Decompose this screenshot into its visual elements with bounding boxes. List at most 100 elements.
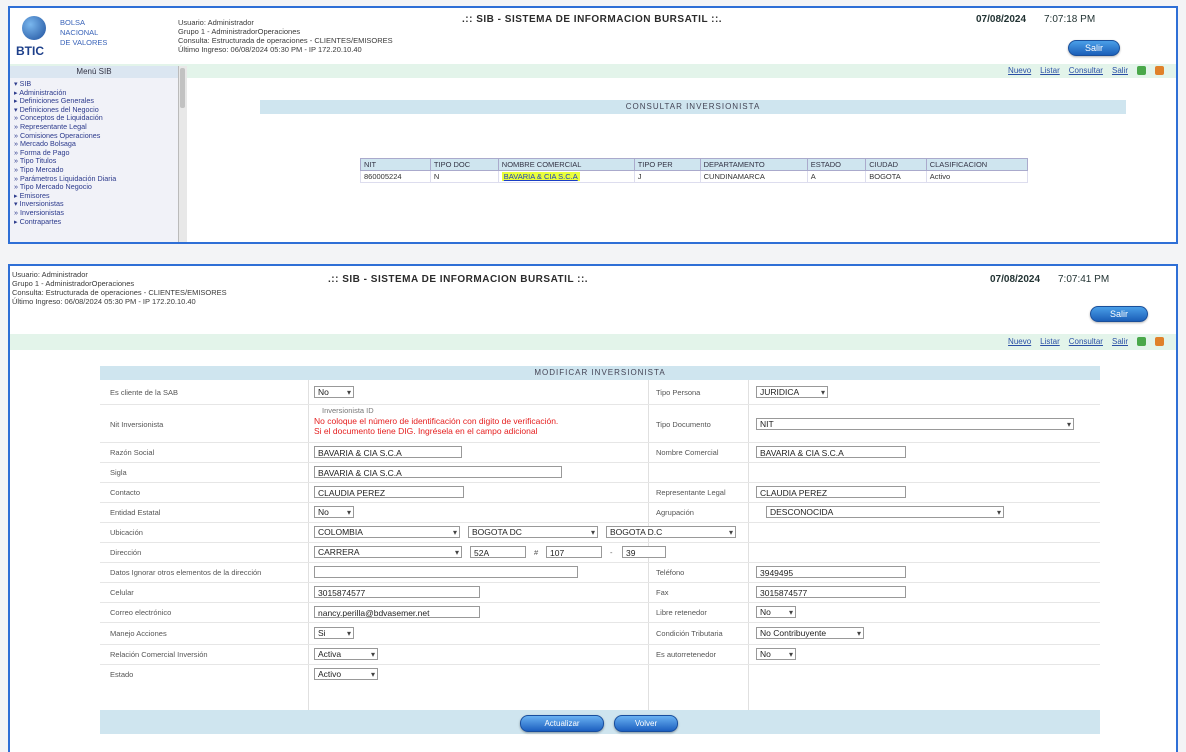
col-header[interactable]: NIT (360, 158, 431, 171)
ubicacion-label: Ubicación (110, 528, 143, 537)
col-header[interactable]: NOMBRE COMERCIAL (497, 158, 635, 171)
time-label: 7:07:41 PM (1058, 274, 1110, 285)
tree-item[interactable]: ▸ Contrapartes (14, 217, 174, 227)
form-row: Razón Social BAVARIA & CIA S.C.A Nombre … (100, 442, 1100, 463)
form-row: Datos Ignorar otros elementos de la dire… (100, 562, 1100, 583)
exit-button[interactable]: Salir (1068, 40, 1120, 56)
back-button[interactable]: Volver (614, 715, 678, 732)
form-row: Es cliente de la SAB No Tipo Persona JUR… (100, 380, 1100, 405)
libre-retenedor-select[interactable]: No (756, 606, 796, 618)
rep-legal-input[interactable]: CLAUDIA PEREZ (756, 486, 906, 498)
estado-label: Estado (110, 670, 134, 679)
export-pdf-icon[interactable] (1155, 337, 1164, 346)
sigla-label: Sigla (110, 468, 127, 477)
nav-nuevo-link[interactable]: Nuevo (1008, 337, 1031, 346)
entidad-select[interactable]: No (314, 506, 354, 518)
logo-subtitle: BOLSA NACIONAL DE VALORES (60, 18, 108, 47)
form-row: Sigla BAVARIA & CIA S.C.A (100, 462, 1100, 483)
cell-estado: A (806, 170, 867, 183)
nav-nuevo-link[interactable]: Nuevo (1008, 66, 1031, 75)
sidebar-scrollbar[interactable] (178, 66, 187, 242)
form-row: Celular 3015874577 Fax 3015874577 (100, 582, 1100, 603)
export-excel-icon[interactable] (1137, 337, 1146, 346)
direccion-numero3-input[interactable]: 39 (622, 546, 666, 558)
direccion-numero-input[interactable]: 52A (470, 546, 526, 558)
nombre-comercial-input[interactable]: BAVARIA & CIA S.C.A (756, 446, 906, 458)
menu-tree: ▾ SIB ▸ Administración ▸ Definiciones Ge… (10, 78, 178, 228)
inversionista-modificar-panel: Usuario: Administrador Grupo 1 - Adminis… (8, 264, 1178, 752)
btic-logo: BTIC BOLSA NACIONAL DE VALORES (14, 14, 174, 60)
table-row: 860005224 N BAVARIA & CIA S.C.A J CUNDIN… (360, 170, 1029, 183)
id-warning-2: Si el documento tiene DIG. Ingrésela en … (314, 426, 538, 436)
col-header[interactable]: CLASIFICACION (925, 158, 1029, 171)
header: Usuario: Administrador Grupo 1 - Adminis… (10, 266, 1176, 322)
nav-listar-link[interactable]: Listar (1040, 337, 1060, 346)
estado-select[interactable]: Activo (314, 668, 378, 680)
libre-retenedor-label: Libre retenedor (656, 608, 707, 617)
export-excel-icon[interactable] (1137, 66, 1146, 75)
direccion-separador: - (610, 548, 613, 557)
col-header[interactable]: TIPO DOC (429, 158, 499, 171)
cell-nit: 860005224 (360, 170, 431, 183)
nav-links: Nuevo Listar Consultar Salir (1008, 66, 1164, 75)
nav-salir-link[interactable]: Salir (1112, 66, 1128, 75)
globe-logo-icon (22, 16, 46, 40)
tipo-persona-select[interactable]: JURIDICA (756, 386, 828, 398)
celular-input[interactable]: 3015874577 (314, 586, 480, 598)
inversionista-link[interactable]: BAVARIA & CIA S.C.A (501, 172, 580, 181)
export-pdf-icon[interactable] (1155, 66, 1164, 75)
id-warning-1: No coloque el número de identificación c… (314, 416, 559, 426)
autorretenedor-select[interactable]: No (756, 648, 796, 660)
form-row: Nit Inversionista Inversionista ID No co… (100, 404, 1100, 443)
system-title: .:: SIB - SISTEMA DE INFORMACION BURSATI… (462, 14, 723, 25)
relacion-comercial-select[interactable]: Activa (314, 648, 378, 660)
form-actions: Actualizar Volver (100, 710, 1100, 734)
correo-input[interactable]: nancy.perilla@bdvasemer.net (314, 606, 480, 618)
cliente-select[interactable]: No (314, 386, 354, 398)
celular-label: Celular (110, 588, 134, 597)
sigla-input[interactable]: BAVARIA & CIA S.C.A (314, 466, 562, 478)
col-header[interactable]: TIPO PER (633, 158, 701, 171)
datos-direccion-input[interactable] (314, 566, 578, 578)
nav-bar: Nuevo Listar Consultar Salir (10, 334, 1176, 350)
user-info: Usuario: Administrador Grupo 1 - Adminis… (12, 270, 227, 306)
update-button[interactable]: Actualizar (520, 715, 604, 732)
relacion-comercial-label: Relación Comercial Inversión (110, 650, 208, 659)
cell-ciudad: BOGOTA (865, 170, 927, 183)
tipo-persona-label: Tipo Persona (656, 388, 701, 397)
direccion-tipo-select[interactable]: CARRERA (314, 546, 462, 558)
pais-select[interactable]: COLOMBIA (314, 526, 460, 538)
ciudad-select[interactable]: BOGOTA D.C (606, 526, 736, 538)
sidebar-title: Menú SIB (10, 66, 178, 78)
contacto-input[interactable]: CLAUDIA PEREZ (314, 486, 464, 498)
col-header[interactable]: DEPARTAMENTO (699, 158, 808, 171)
departamento-select[interactable]: BOGOTA DC (468, 526, 598, 538)
telefono-label: Teléfono (656, 568, 685, 577)
agrupacion-select[interactable]: DESCONOCIDA (766, 506, 1004, 518)
telefono-input[interactable]: 3949495 (756, 566, 906, 578)
nav-salir-link[interactable]: Salir (1112, 337, 1128, 346)
contacto-label: Contacto (110, 488, 141, 497)
user-info: Usuario: Administrador Grupo 1 - Adminis… (178, 18, 393, 54)
tipo-doc-label: Tipo Documento (656, 420, 711, 429)
condicion-tributaria-select[interactable]: No Contribuyente (756, 627, 864, 639)
manejo-acciones-label: Manejo Acciones (110, 629, 167, 638)
col-header[interactable]: ESTADO (806, 158, 867, 171)
manejo-acciones-select[interactable]: Si (314, 627, 354, 639)
nav-consultar-link[interactable]: Consultar (1069, 337, 1103, 346)
fax-input[interactable]: 3015874577 (756, 586, 906, 598)
nav-links: Nuevo Listar Consultar Salir (1008, 337, 1164, 346)
nav-listar-link[interactable]: Listar (1040, 66, 1060, 75)
id-hint: Inversionista ID (322, 406, 374, 415)
tipo-doc-select[interactable]: NIT (756, 418, 1074, 430)
nav-consultar-link[interactable]: Consultar (1069, 66, 1103, 75)
consulta-title: CONSULTAR INVERSIONISTA (260, 100, 1126, 114)
direccion-label: Dirección (110, 548, 142, 557)
form-row: Contacto CLAUDIA PEREZ Representante Leg… (100, 482, 1100, 503)
header: BTIC BOLSA NACIONAL DE VALORES Usuario: … (10, 8, 1176, 64)
exit-button[interactable]: Salir (1090, 306, 1148, 322)
date-label: 07/08/2024 (976, 14, 1027, 25)
direccion-numero2-input[interactable]: 107 (546, 546, 602, 558)
razon-social-input[interactable]: BAVARIA & CIA S.C.A (314, 446, 462, 458)
col-header[interactable]: CIUDAD (865, 158, 927, 171)
